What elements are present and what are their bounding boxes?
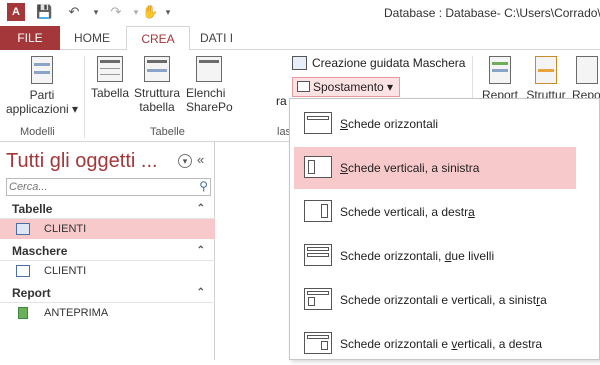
creazione-guidata-label: Creazione guidata Maschera — [312, 56, 466, 70]
opt-text-key: S — [340, 161, 349, 175]
item-label: ANTEPRIMA — [44, 307, 109, 319]
blank-report-icon — [576, 56, 598, 84]
search-box: ⚲ — [6, 178, 211, 196]
horizontal-vertical-right-icon — [304, 332, 332, 354]
nav-pane-title[interactable]: Tutti gli oggetti ... — [6, 150, 158, 173]
applicazioni-label: applicazioni ▾ — [5, 102, 79, 116]
section-maschere-label: Maschere — [12, 244, 68, 258]
report-design-icon — [535, 56, 557, 84]
menu-item-schede-verticali-sinistra[interactable]: Schede verticali, a sinistra — [294, 147, 576, 189]
tab-file[interactable]: FILE — [0, 26, 60, 50]
collapse-section-icon[interactable]: ⌃ — [197, 241, 205, 261]
table-icon — [16, 223, 30, 235]
vertical-tabs-right-icon — [304, 200, 332, 222]
section-report-label: Report — [12, 286, 51, 300]
sharepoint-label: SharePo — [186, 100, 233, 114]
undo-dropdown-icon[interactable]: ▾ — [88, 4, 104, 20]
opt-text-post: chede orizzontali — [348, 117, 439, 131]
section-report[interactable]: Report ⌃ — [0, 283, 215, 303]
struttura-report-button[interactable]: Struttur — [524, 56, 568, 100]
menu-item-schede-verticali-destra[interactable]: Schede verticali, a destra — [294, 191, 576, 233]
opt-text-key: a — [468, 205, 475, 219]
struttura-label: Struttura — [133, 86, 181, 100]
menu-item-schede-orizzontali[interactable]: Schede orizzontali — [294, 103, 576, 145]
opt-text-post: erticali, a destra — [457, 337, 543, 351]
opt-text-pre: Schede verticali, a destr — [340, 205, 469, 219]
section-maschere[interactable]: Maschere ⌃ — [0, 241, 215, 261]
ribbon-tabs: FILE HOME CREA DATI I — [0, 26, 600, 51]
horizontal-tabs-icon — [304, 112, 332, 134]
opt-text-post: chede verticali, a sinistra — [348, 161, 480, 175]
opt-text-post: ue livelli — [451, 249, 495, 263]
opt-text-pre: Schede orizzontali e — [340, 337, 452, 351]
navigation-layout-icon — [297, 81, 310, 92]
list-item-report-anteprima[interactable]: ANTEPRIMA — [0, 303, 215, 323]
report-icon — [18, 307, 28, 319]
tab-crea[interactable]: CREA — [126, 26, 190, 51]
form-icon — [16, 265, 30, 277]
two-level-tabs-icon — [304, 244, 332, 266]
list-item-table-clienti[interactable]: CLIENTI — [0, 219, 215, 239]
application-parts-icon — [31, 56, 53, 84]
spostamento-label: Spostamento ▾ — [313, 80, 394, 94]
menu-item-schede-orizz-vert-sinistra[interactable]: Schede orizzontali e verticali, a sinist… — [294, 279, 576, 321]
save-icon[interactable]: 💾 — [36, 4, 52, 20]
collapse-section-icon[interactable]: ⌃ — [197, 199, 205, 219]
opt-text-key: S — [340, 117, 349, 131]
nav-menu-dropdown-icon[interactable]: ▾ — [178, 154, 192, 168]
touch-mode-icon[interactable]: ✋ — [142, 4, 158, 20]
undo-icon[interactable]: ↶ — [66, 4, 82, 20]
list-item-form-clienti[interactable]: CLIENTI — [0, 261, 215, 281]
vertical-tabs-left-icon — [304, 156, 332, 178]
spostamento-button[interactable]: Spostamento ▾ — [292, 77, 400, 97]
menu-item-schede-orizz-vert-destra[interactable]: Schede orizzontali e verticali, a destra — [294, 323, 576, 365]
title-bar: A 💾 ↶ ▾ ↷ ▾ ✋ ▾ Database : Database- C:\… — [0, 0, 600, 26]
spostamento-dropdown-menu: Schede orizzontali Schede verticali, a s… — [289, 98, 600, 360]
opt-text-post: a — [540, 293, 547, 307]
customize-qa-icon[interactable]: ▾ — [160, 4, 176, 20]
collapse-pane-icon[interactable]: « — [197, 152, 204, 167]
navigation-pane: Tutti gli oggetti ... ▾ « ⚲ Tabelle ⌃ CL… — [0, 142, 215, 360]
report-icon — [489, 56, 511, 84]
sharepoint-list-icon — [196, 56, 222, 82]
maschera-partial-label: ra — [276, 94, 287, 108]
parti-label: Parti — [29, 88, 55, 102]
report-button[interactable]: Report — [478, 56, 522, 100]
item-label: CLIENTI — [44, 223, 87, 235]
horizontal-vertical-left-icon — [304, 288, 332, 310]
table-icon — [97, 56, 123, 82]
tabella-label: Tabella — [90, 86, 130, 100]
menu-item-schede-orizzontali-due-livelli[interactable]: Schede orizzontali, due livelli — [294, 235, 576, 277]
opt-text-pre: Schede orizzontali e verticali, a sinist — [340, 293, 537, 307]
elenchi-label: Elenchi — [186, 86, 226, 100]
section-tabelle[interactable]: Tabelle ⌃ — [0, 199, 215, 219]
search-input[interactable] — [9, 180, 189, 194]
form-wizard-icon — [292, 56, 307, 70]
collapse-section-icon[interactable]: ⌃ — [197, 283, 205, 303]
table-design-icon — [144, 56, 170, 82]
item-label: CLIENTI — [44, 265, 87, 277]
opt-text-pre: Schede orizzontali, — [340, 249, 445, 263]
elenchi-sharepoint-button[interactable]: Elenchi SharePo — [186, 56, 233, 114]
ribbon-separator — [84, 56, 85, 138]
section-tabelle-label: Tabelle — [12, 202, 53, 216]
tab-home[interactable]: HOME — [60, 26, 124, 50]
parti-applicazioni-button[interactable]: Parti applicazioni ▾ — [4, 56, 80, 116]
search-icon[interactable]: ⚲ — [199, 179, 208, 193]
tabella-button[interactable]: Tabella — [88, 56, 132, 100]
creazione-guidata-maschera-button[interactable]: Creazione guidata Maschera — [292, 56, 465, 70]
struttura-tabella-button[interactable]: Struttura tabella — [132, 56, 182, 114]
group-label-tabelle: Tabelle — [150, 126, 185, 138]
group-label-modelli: Modelli — [20, 126, 55, 138]
tab-dati-esterni[interactable]: DATI I — [190, 26, 240, 50]
access-logo-icon: A — [7, 3, 25, 21]
window-title: Database : Database- C:\Users\Corrado\D — [384, 6, 600, 20]
redo-icon[interactable]: ↷ — [108, 4, 124, 20]
tabella-label-2: tabella — [139, 100, 175, 114]
